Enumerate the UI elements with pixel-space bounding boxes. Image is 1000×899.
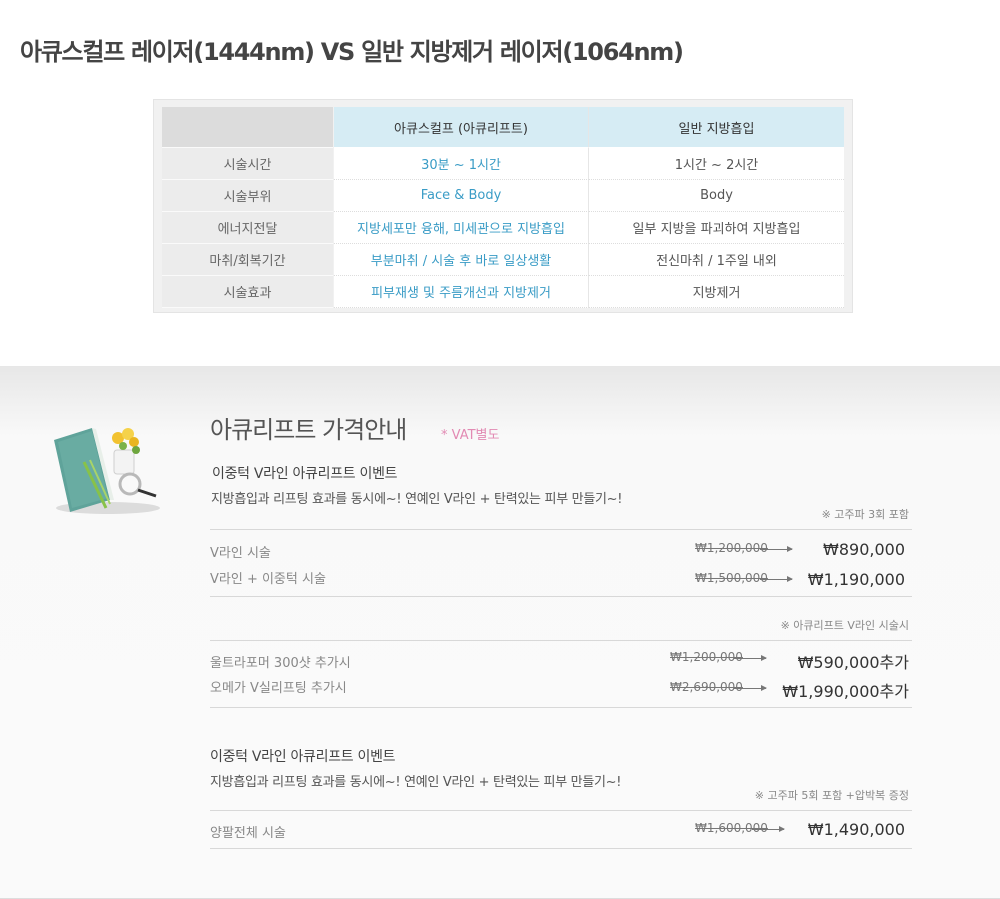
divider (210, 848, 912, 849)
vat-note: * VAT별도 (441, 428, 500, 443)
addon-item-name: 오메가 V실리프팅 추가시 (210, 681, 347, 696)
row-label: 시술부위 (162, 180, 333, 212)
table-header-row: 아큐스컬프 (아큐리프트) 일반 지방흡입 (162, 107, 844, 148)
price-guide-title: 아큐리프트 가격안내 (210, 416, 407, 444)
addon-note: ※ 아큐리프트 V라인 시술시 (780, 619, 909, 632)
addon-item-name: 울트라포머 300샷 추가시 (210, 656, 351, 671)
normal-value: 1시간 ~ 2시간 (589, 148, 844, 180)
header-empty (162, 107, 333, 148)
arrow-icon (734, 685, 767, 691)
event-title: 이중턱 V라인 아큐리프트 이벤트 (212, 466, 398, 482)
row-label: 시술시간 (162, 148, 333, 180)
price-item-name: V라인 + 이중턱 시술 (210, 572, 326, 587)
arrow-icon (760, 576, 793, 582)
event-title: 이중턱 V라인 아큐리프트 이벤트 (210, 749, 396, 765)
price-item-name: V라인 시술 (210, 546, 271, 561)
addon-price: ₩590,000추가 (797, 653, 909, 672)
event-note: ※ 고주파 3회 포함 (821, 508, 909, 521)
header-normal-liposuction: 일반 지방흡입 (589, 107, 844, 148)
row-label: 에너지전달 (162, 212, 333, 244)
divider (210, 810, 912, 811)
divider (210, 596, 912, 597)
original-price: ₩1,600,000 (695, 821, 768, 835)
row-label: 마취/회복기간 (162, 244, 333, 276)
page-title: 아큐스컬프 레이저(1444nm) VS 일반 지방제거 레이저(1064nm) (20, 38, 684, 66)
event-description: 지방흡입과 리프팅 효과를 동시에~! 연예인 V라인 + 탄력있는 피부 만들… (210, 775, 622, 790)
addon-price: ₩1,990,000추가 (782, 682, 909, 701)
accusculpt-value: Face & Body (334, 180, 589, 212)
row-label: 시술효과 (162, 276, 333, 308)
divider (210, 529, 912, 530)
header-accusculpt: 아큐스컬프 (아큐리프트) (334, 107, 589, 148)
accusculpt-value: 30분 ~ 1시간 (334, 148, 589, 180)
comparison-table: 아큐스컬프 (아큐리프트) 일반 지방흡입 시술시간 30분 ~ 1시간 1시간… (153, 99, 853, 313)
normal-value: 전신마취 / 1주일 내외 (589, 244, 844, 276)
price-item-name: 양팔전체 시술 (210, 826, 286, 841)
table-row: 마취/회복기간 부분마취 / 시술 후 바로 일상생활 전신마취 / 1주일 내… (162, 244, 844, 276)
accusculpt-value: 피부재생 및 주름개선과 지방제거 (334, 276, 589, 308)
table-row: 시술효과 피부재생 및 주름개선과 지방제거 지방제거 (162, 276, 844, 308)
arrow-icon (760, 546, 793, 552)
notebook-flower-illustration (54, 428, 160, 514)
original-price: ₩1,200,000 (670, 650, 743, 664)
normal-value: Body (589, 180, 844, 212)
event-note: ※ 고주파 5회 포함 +압박복 증정 (754, 789, 909, 802)
divider (210, 640, 912, 641)
divider (210, 707, 912, 708)
original-price: ₩1,500,000 (695, 571, 768, 585)
arrow-icon (734, 655, 767, 661)
accusculpt-value: 지방세포만 융해, 미세관으로 지방흡입 (334, 212, 589, 244)
table-row: 에너지전달 지방세포만 융해, 미세관으로 지방흡입 일부 지방을 파괴하여 지… (162, 212, 844, 244)
table-row: 시술부위 Face & Body Body (162, 180, 844, 212)
sale-price: ₩1,190,000 (807, 570, 905, 589)
arrow-icon (752, 826, 785, 832)
table-row: 시술시간 30분 ~ 1시간 1시간 ~ 2시간 (162, 148, 844, 180)
sale-price: ₩1,490,000 (807, 820, 905, 839)
sale-price: ₩890,000 (823, 540, 905, 559)
original-price: ₩2,690,000 (670, 680, 743, 694)
original-price: ₩1,200,000 (695, 541, 768, 555)
accusculpt-value: 부분마취 / 시술 후 바로 일상생활 (334, 244, 589, 276)
event-description: 지방흡입과 리프팅 효과를 동시에~! 연예인 V라인 + 탄력있는 피부 만들… (211, 492, 623, 507)
normal-value: 지방제거 (589, 276, 844, 308)
normal-value: 일부 지방을 파괴하여 지방흡입 (589, 212, 844, 244)
